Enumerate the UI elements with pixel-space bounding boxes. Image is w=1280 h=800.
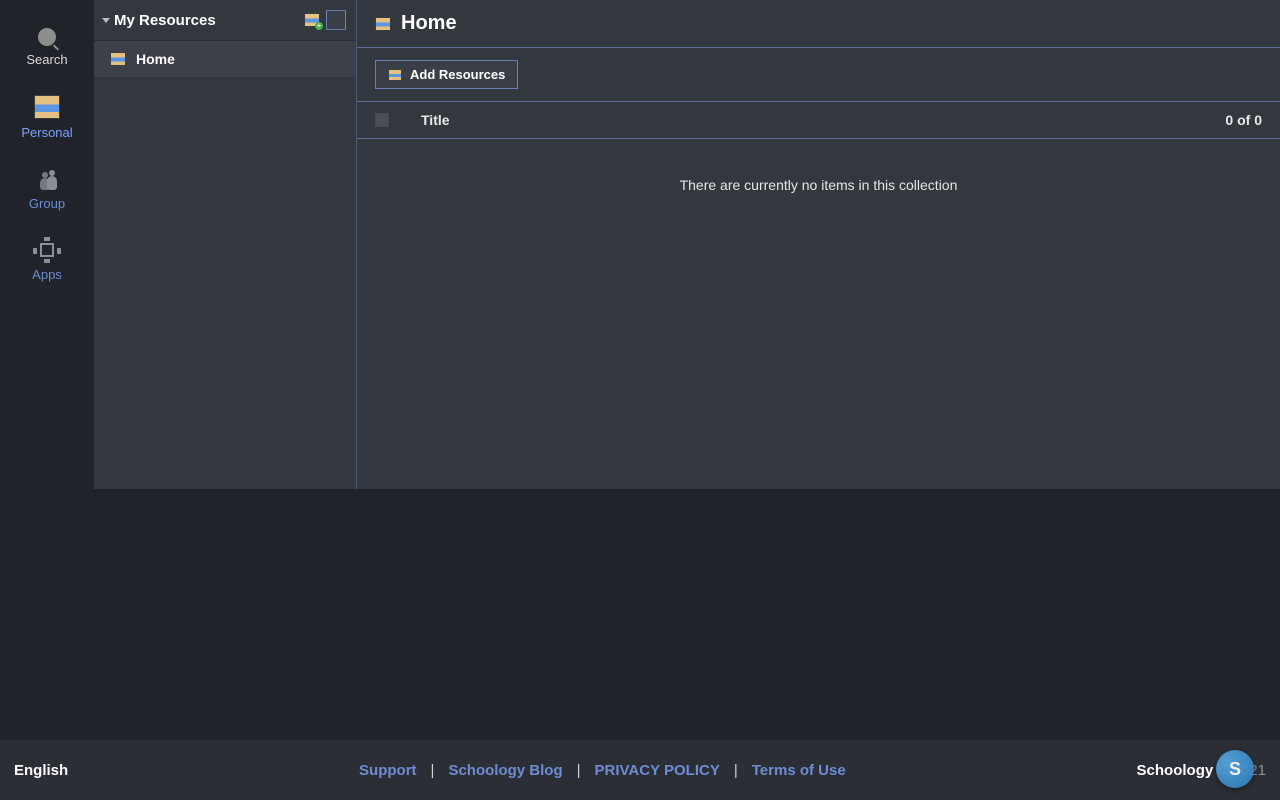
- nav-item-personal[interactable]: Personal: [0, 85, 94, 158]
- separator: |: [577, 762, 581, 779]
- add-resources-button[interactable]: Add Resources: [375, 60, 518, 89]
- drawer-icon: [375, 17, 391, 31]
- add-collection-button[interactable]: +: [304, 13, 320, 27]
- drawer-icon: [34, 95, 60, 119]
- sidebar-header: My Resources +: [94, 0, 356, 41]
- resources-sidebar: My Resources + Home: [94, 0, 357, 489]
- nav-item-apps[interactable]: Apps: [0, 229, 94, 300]
- options-button[interactable]: [326, 10, 346, 30]
- toolbar: Add Resources: [357, 48, 1280, 102]
- sidebar-item-label: Home: [136, 51, 175, 67]
- nav-label-group: Group: [29, 196, 65, 211]
- page-title-row: Home: [357, 0, 1280, 48]
- caret-down-icon[interactable]: [102, 18, 110, 23]
- sidebar-title: My Resources: [114, 12, 216, 29]
- brand-name: Schoology: [1137, 762, 1214, 779]
- apps-icon: [35, 239, 59, 261]
- left-nav: Search Personal Group Apps: [0, 0, 94, 740]
- nav-label-search: Search: [26, 52, 67, 67]
- nav-item-search[interactable]: Search: [0, 18, 94, 85]
- help-floater-button[interactable]: S: [1216, 750, 1254, 788]
- language-selector[interactable]: English: [14, 762, 68, 779]
- empty-message: There are currently no items in this col…: [357, 139, 1280, 231]
- footer: English Support | Schoology Blog | PRIVA…: [0, 740, 1280, 800]
- sidebar-item-home[interactable]: Home: [94, 41, 356, 77]
- nav-label-personal: Personal: [21, 125, 72, 140]
- drawer-icon: [110, 52, 126, 66]
- search-icon: [38, 28, 56, 46]
- footer-link-terms[interactable]: Terms of Use: [752, 762, 846, 779]
- footer-links: Support | Schoology Blog | PRIVACY POLIC…: [359, 762, 846, 779]
- nav-label-apps: Apps: [32, 267, 62, 282]
- nav-item-group[interactable]: Group: [0, 158, 94, 229]
- group-icon: [35, 168, 59, 190]
- footer-link-support[interactable]: Support: [359, 762, 417, 779]
- item-count: 0 of 0: [1225, 112, 1262, 128]
- main-panel: Home Add Resources Title 0 of 0 There ar…: [357, 0, 1280, 489]
- footer-link-blog[interactable]: Schoology Blog: [448, 762, 562, 779]
- floater-letter: S: [1229, 759, 1241, 780]
- column-header-title: Title: [421, 112, 1225, 128]
- select-all-checkbox[interactable]: [375, 113, 389, 127]
- footer-link-privacy[interactable]: PRIVACY POLICY: [595, 762, 720, 779]
- table-header: Title 0 of 0: [357, 102, 1280, 139]
- separator: |: [734, 762, 738, 779]
- add-resources-label: Add Resources: [410, 67, 505, 82]
- page-title: Home: [401, 12, 457, 35]
- drawer-icon: [388, 69, 402, 81]
- plus-badge-icon: +: [315, 22, 323, 30]
- separator: |: [431, 762, 435, 779]
